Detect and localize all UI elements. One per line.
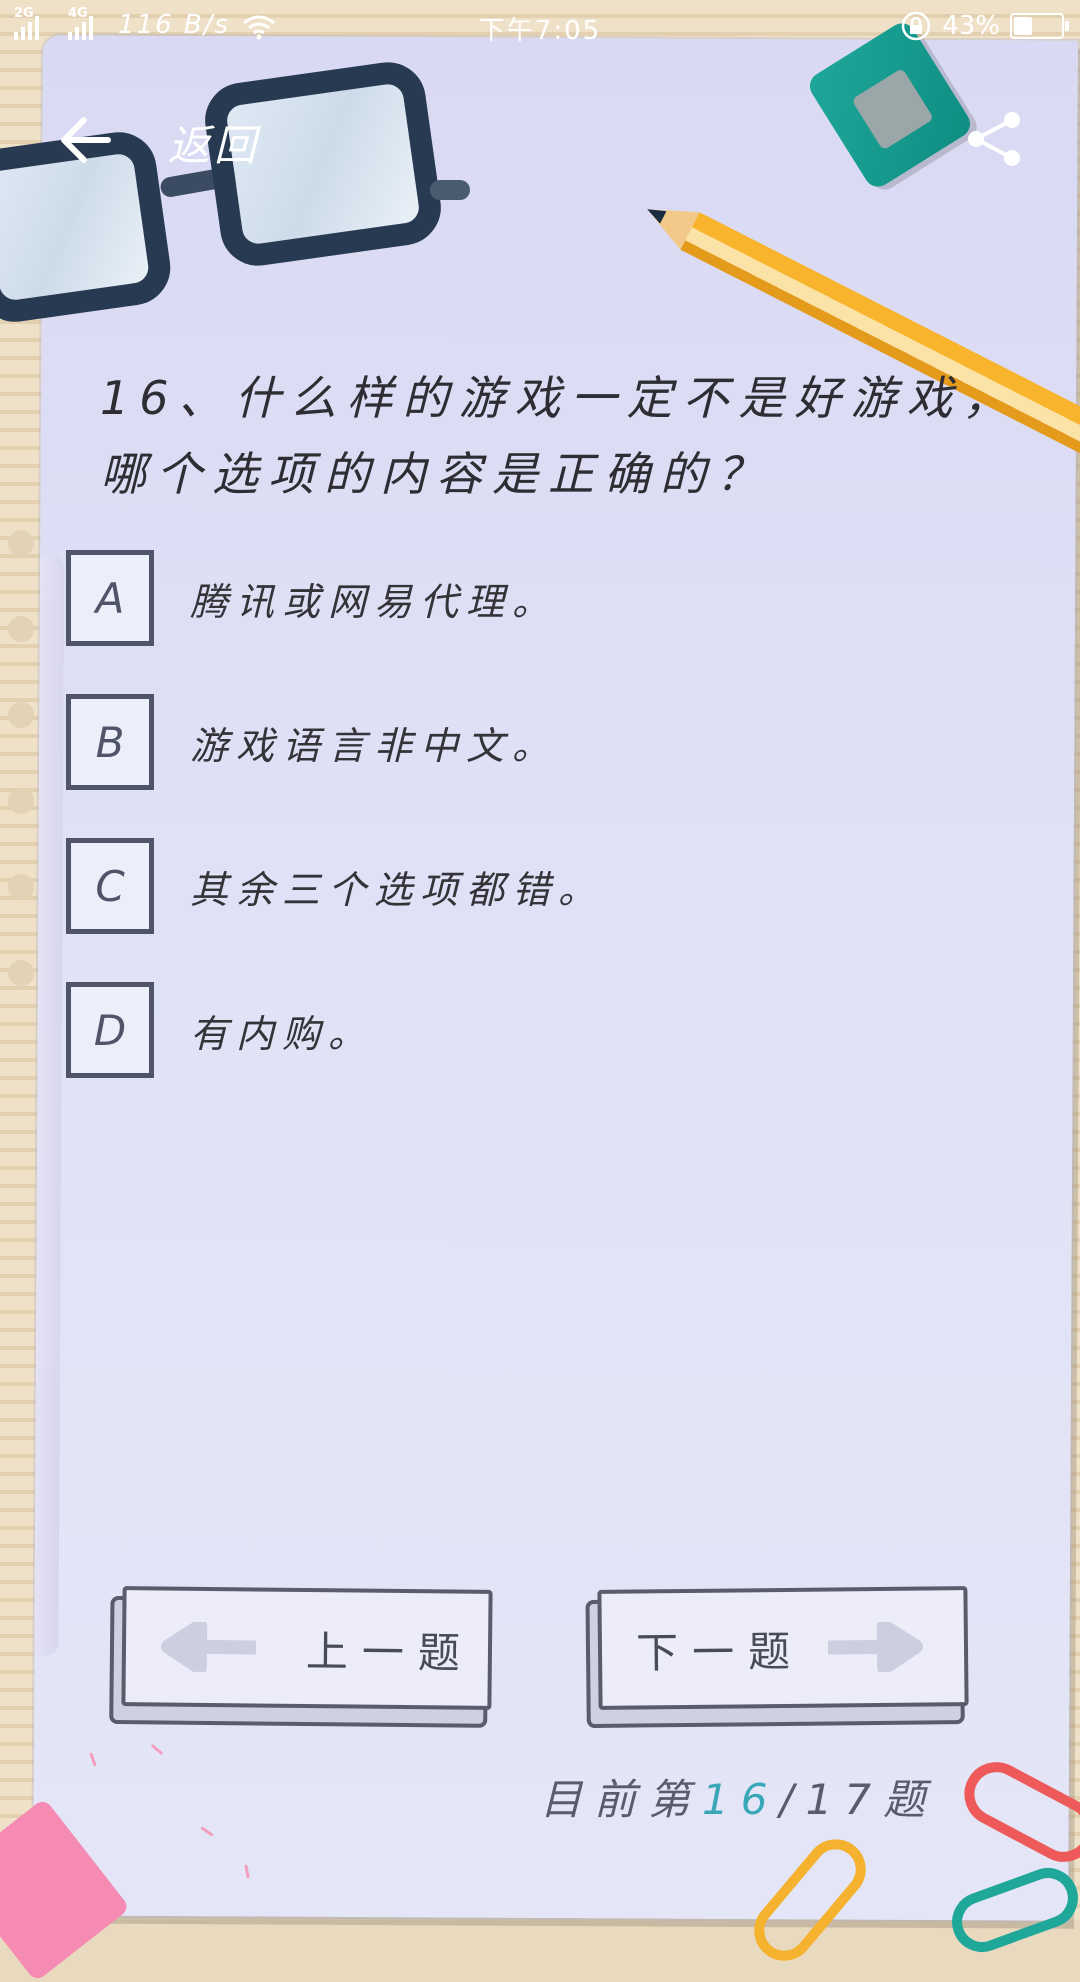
back-arrow-icon[interactable] <box>56 110 116 170</box>
next-question-button[interactable]: 下一题 <box>597 1586 969 1710</box>
arrow-right-icon <box>827 1621 923 1673</box>
option-b[interactable]: B 游戏语言非中文。 <box>66 694 558 790</box>
option-letter-box[interactable]: B <box>66 694 154 790</box>
rotation-lock-icon <box>901 11 931 41</box>
option-text[interactable]: 有内购。 <box>190 1003 374 1058</box>
progress-suffix: 题 <box>883 1775 938 1824</box>
share-icon[interactable] <box>964 108 1026 170</box>
option-letter-box[interactable]: C <box>66 838 154 934</box>
progress-separator: / <box>779 1775 806 1824</box>
progress-indicator: 目前第16/17题 <box>540 1766 937 1827</box>
previous-question-label: 上一题 <box>305 1626 475 1678</box>
back-button-label[interactable]: 返回 <box>168 112 260 173</box>
option-text[interactable]: 其余三个选项都错。 <box>190 859 604 914</box>
question-text: 16、什么样的游戏一定不是好游戏，哪个选项的内容是正确的？ <box>100 371 1019 501</box>
battery-percent: 43% <box>942 11 1000 41</box>
next-question-label: 下一题 <box>635 1626 805 1678</box>
progress-total: 17 <box>805 1775 884 1824</box>
arrow-left-icon <box>161 1621 257 1673</box>
progress-current: 16 <box>702 1775 780 1824</box>
notebook-holes <box>8 530 34 1046</box>
progress-prefix: 目前第 <box>540 1775 703 1824</box>
option-letter-box[interactable]: D <box>66 982 154 1078</box>
battery-level <box>1014 17 1032 35</box>
paper-curl <box>34 555 65 1656</box>
option-text[interactable]: 游戏语言非中文。 <box>190 715 558 770</box>
option-text[interactable]: 腾讯或网易代理。 <box>190 571 558 626</box>
battery-icon <box>1010 13 1069 39</box>
option-d[interactable]: D 有内购。 <box>66 982 374 1078</box>
previous-question-button[interactable]: 上一题 <box>121 1586 493 1710</box>
option-letter-box[interactable]: A <box>66 550 154 646</box>
option-c[interactable]: C 其余三个选项都错。 <box>66 838 604 934</box>
option-a[interactable]: A 腾讯或网易代理。 <box>66 550 558 646</box>
status-bar: 2G 4G 116 B/s 下午7:05 43% <box>0 0 1080 52</box>
